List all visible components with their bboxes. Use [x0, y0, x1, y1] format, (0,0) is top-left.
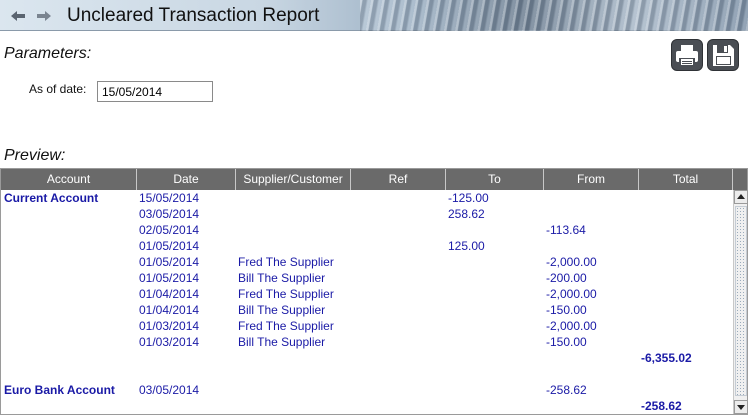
column-header-to[interactable]: To	[446, 169, 544, 190]
cell-from: -150.00	[546, 335, 587, 349]
table-row[interactable]: 01/03/2014 Fred The Supplier -2,000.00	[1, 318, 734, 334]
cell-from: -2,000.00	[546, 287, 597, 301]
table-row[interactable]: 01/03/2014 Bill The Supplier -150.00	[1, 334, 734, 350]
cell-account: Current Account	[4, 191, 99, 205]
grid-body: Current Account 15/05/2014 -125.00 03/05/20…	[1, 190, 734, 414]
cell-account: Euro Bank Account	[4, 383, 115, 397]
cell-date: 15/05/2014	[139, 191, 200, 205]
scroll-track[interactable]	[735, 206, 747, 396]
cell-supplier-customer: Bill The Supplier	[238, 335, 326, 349]
window-title: Uncleared Transaction Report	[67, 5, 320, 26]
table-row[interactable]: -6,355.02	[1, 350, 734, 366]
title-bar-texture	[360, 0, 748, 31]
table-row[interactable]: 01/04/2014 Bill The Supplier -150.00	[1, 302, 734, 318]
table-row[interactable]: 01/05/2014 Bill The Supplier -200.00	[1, 270, 734, 286]
table-row[interactable]: -258.62	[1, 398, 734, 414]
table-row[interactable]: 01/04/2014 Fred The Supplier -2,000.00	[1, 286, 734, 302]
cell-to: 258.62	[448, 207, 485, 221]
printer-icon	[676, 45, 698, 66]
cell-date: 01/05/2014	[139, 255, 200, 269]
column-header-from[interactable]: From	[544, 169, 639, 190]
table-row[interactable]	[1, 366, 734, 382]
cell-total: -258.62	[641, 399, 682, 413]
grid-header: Account Date Supplier/Customer Ref To Fr…	[1, 169, 747, 190]
cell-supplier-customer: Fred The Supplier	[238, 287, 334, 301]
report-grid: Account Date Supplier/Customer Ref To Fr…	[0, 168, 748, 415]
cell-from: -200.00	[546, 271, 587, 285]
parameters-heading: Parameters:	[4, 45, 92, 62]
arrow-right-icon[interactable]	[36, 8, 52, 24]
column-header-total[interactable]: Total	[639, 169, 733, 190]
cell-supplier-customer: Fred The Supplier	[238, 255, 334, 269]
cell-from: -150.00	[546, 303, 587, 317]
cell-to: -125.00	[448, 191, 489, 205]
title-bar: Uncleared Transaction Report	[0, 0, 748, 31]
cell-from: -258.62	[546, 383, 587, 397]
print-button[interactable]	[671, 39, 703, 71]
cell-supplier-customer: Bill The Supplier	[238, 271, 326, 285]
vertical-scrollbar[interactable]	[733, 190, 748, 414]
arrow-left-icon[interactable]	[10, 8, 26, 24]
column-header-account[interactable]: Account	[1, 169, 137, 190]
cell-from: -2,000.00	[546, 255, 597, 269]
table-row[interactable]: 03/05/2014 258.62	[1, 206, 734, 222]
cell-date: 03/05/2014	[139, 383, 200, 397]
table-row[interactable]: Current Account 15/05/2014 -125.00	[1, 190, 734, 206]
cell-date: 01/03/2014	[139, 335, 200, 349]
cell-from: -2,000.00	[546, 319, 597, 333]
floppy-disk-icon	[713, 45, 734, 66]
cell-to: 125.00	[448, 239, 485, 253]
table-row[interactable]: 01/05/2014 125.00	[1, 238, 734, 254]
cell-date: 01/05/2014	[139, 239, 200, 253]
scroll-up-arrow-icon[interactable]	[734, 190, 748, 204]
cell-date: 02/05/2014	[139, 223, 200, 237]
cell-date: 01/05/2014	[139, 271, 200, 285]
cell-date: 01/03/2014	[139, 319, 200, 333]
column-header-ref[interactable]: Ref	[351, 169, 446, 190]
cell-supplier-customer: Fred The Supplier	[238, 319, 334, 333]
preview-heading: Preview:	[4, 147, 66, 164]
column-header-supplier-customer[interactable]: Supplier/Customer	[236, 169, 351, 190]
cell-from: -113.64	[546, 223, 586, 237]
table-row[interactable]: 01/05/2014 Fred The Supplier -2,000.00	[1, 254, 734, 270]
table-row[interactable]: Euro Bank Account 03/05/2014 -258.62	[1, 382, 734, 398]
as-of-date-input[interactable]	[97, 81, 213, 102]
column-header-date[interactable]: Date	[137, 169, 236, 190]
cell-date: 03/05/2014	[139, 207, 200, 221]
cell-total: -6,355.02	[641, 351, 692, 365]
scroll-down-arrow-icon[interactable]	[734, 400, 748, 414]
cell-date: 01/04/2014	[139, 303, 200, 317]
cell-date: 01/04/2014	[139, 287, 200, 301]
save-button[interactable]	[707, 39, 739, 71]
cell-supplier-customer: Bill The Supplier	[238, 303, 326, 317]
table-row[interactable]: 02/05/2014 -113.64	[1, 222, 734, 238]
as-of-date-label: As of date:	[29, 82, 87, 96]
